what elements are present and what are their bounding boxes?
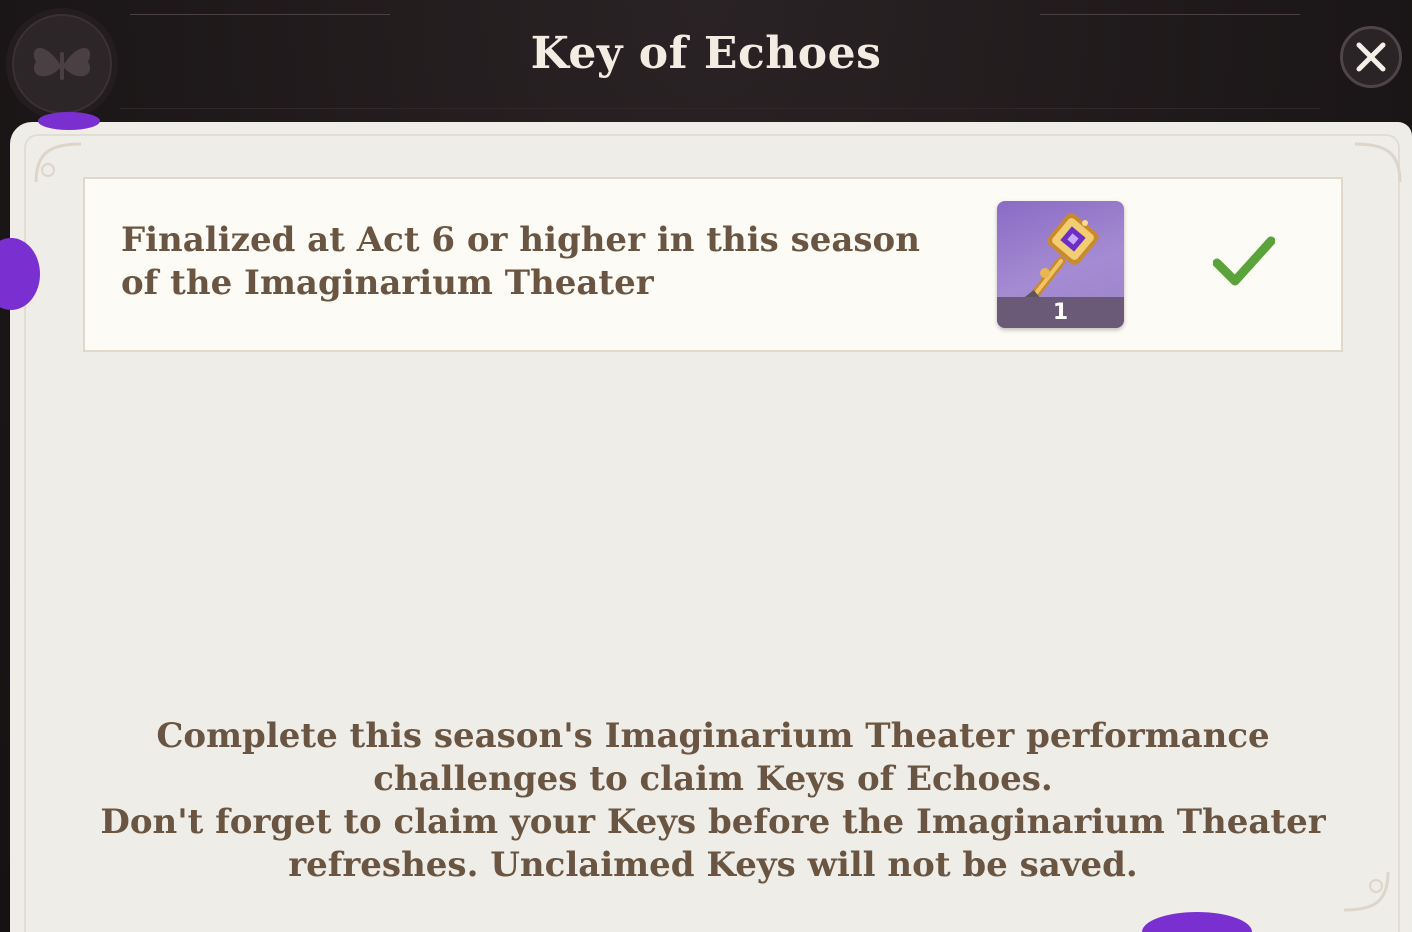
info-text: Complete this season's Imaginarium Theat… [60,715,1366,887]
reward-item[interactable]: 1 [997,201,1124,328]
reward-count: 1 [1052,300,1069,325]
key-of-echoes-icon [1022,213,1099,309]
header-divider [120,108,1320,109]
dialog-header: Key of Echoes [0,0,1412,122]
check-icon [1213,236,1275,286]
task-description: Finalized at Act 6 or higher in this sea… [121,220,920,303]
dialog-title: Key of Echoes [530,28,882,79]
corner-flourish-icon [1354,142,1402,183]
close-button[interactable] [1340,26,1402,88]
header-divider [130,14,390,15]
info-line: Complete this season's Imaginarium Theat… [156,716,1270,799]
header-divider [1040,14,1300,15]
key-of-echoes-dialog: Key of Echoes Finalized at Act 6 or high… [0,0,1412,932]
purple-decoration [38,112,100,130]
close-icon [1356,42,1386,72]
task-row: Finalized at Act 6 or higher in this sea… [83,177,1343,352]
info-line: Don't forget to claim your Keys before t… [100,802,1326,885]
